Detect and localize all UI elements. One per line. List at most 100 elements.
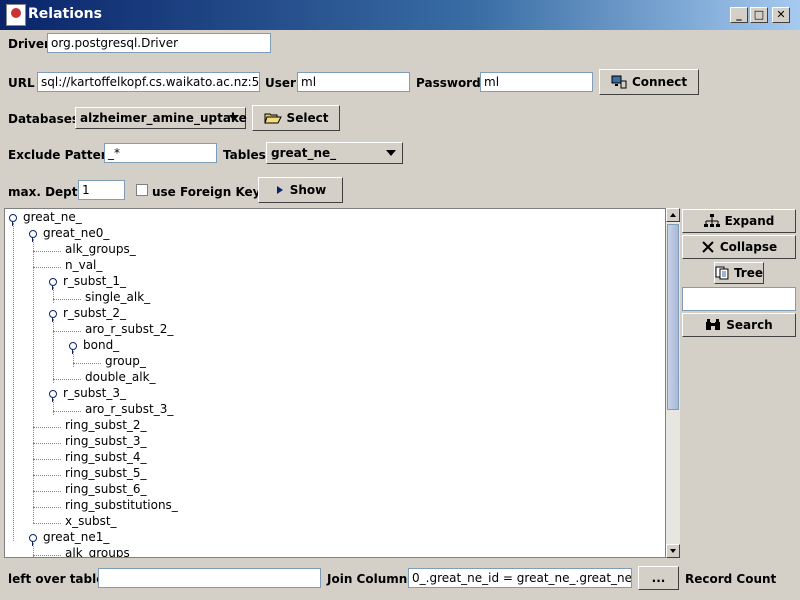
join-columns-browse-button[interactable]: ... <box>638 566 679 590</box>
tree-connector <box>53 287 54 303</box>
tree-node[interactable]: double_alk_ <box>85 369 156 385</box>
show-button[interactable]: Show <box>258 177 343 203</box>
minimize-button[interactable]: _ <box>730 7 748 23</box>
tree-connector <box>33 427 61 428</box>
node-handle-icon[interactable] <box>49 277 57 290</box>
expand-button[interactable]: Expand <box>682 209 796 233</box>
url-field[interactable]: sql://kartoffelkopf.cs.waikato.ac.nz:543… <box>37 72 260 92</box>
tree-node-label: n_val_ <box>65 258 103 272</box>
tree-node[interactable]: ring_subst_5_ <box>65 465 147 481</box>
tree-scrollbar[interactable] <box>666 208 680 558</box>
tree-node-label: great_ne0_ <box>43 226 110 240</box>
node-handle-icon[interactable] <box>29 229 37 242</box>
tree-connector <box>53 379 81 380</box>
tree-node[interactable]: great_ne1_ <box>29 529 109 546</box>
connect-button-label: Connect <box>631 75 688 89</box>
tree-node[interactable]: r_subst_3_ <box>49 385 126 402</box>
tree-node[interactable]: aro_r_subst_3_ <box>85 401 173 417</box>
search-button[interactable]: Search <box>682 313 796 337</box>
tree-node-label: ring_subst_4_ <box>65 450 147 464</box>
tree-node[interactable]: ring_subst_6_ <box>65 481 147 497</box>
driver-label: Driver <box>8 37 50 51</box>
url-label: URL <box>8 76 35 90</box>
tree-connector <box>33 491 61 492</box>
arrow-up-icon <box>670 213 676 217</box>
tree-node[interactable]: great_ne_ <box>9 209 82 226</box>
password-field[interactable]: ml <box>480 72 593 92</box>
tree-connector <box>73 351 74 367</box>
tree-node[interactable]: r_subst_1_ <box>49 273 126 290</box>
tree-node[interactable]: r_subst_2_ <box>49 305 126 322</box>
tables-selected: great_ne_ <box>271 146 337 160</box>
scrollbar-thumb[interactable] <box>667 224 679 410</box>
max-depth-field[interactable]: 1 <box>78 180 125 200</box>
foreign-keys-checkbox[interactable] <box>136 184 148 196</box>
tree-node-label: ring_subst_5_ <box>65 466 147 480</box>
tree-node-label: double_alk_ <box>85 370 156 384</box>
node-handle-icon[interactable] <box>9 213 17 226</box>
relations-tree[interactable]: great_ne_ great_ne0_ alk_groups_ n_val_ … <box>4 208 666 558</box>
left-over-tables-label: left over tables <box>8 572 112 586</box>
tree-node[interactable]: n_val_ <box>65 257 102 273</box>
user-label: User <box>265 76 296 90</box>
tree-node-label: r_subst_3_ <box>63 386 126 400</box>
tree-node[interactable]: alk_groups_ <box>65 241 136 257</box>
tree-node[interactable]: bond_ <box>69 337 120 354</box>
show-button-label: Show <box>289 183 327 197</box>
tables-dropdown[interactable]: great_ne_ <box>266 142 403 164</box>
databases-dropdown[interactable]: alzheimer_amine_uptake <box>75 107 247 129</box>
close-button[interactable]: ✕ <box>772 7 790 23</box>
node-handle-icon[interactable] <box>29 533 37 546</box>
tree-node[interactable]: great_ne0_ <box>29 225 110 242</box>
title-bar: Relations _ □ ✕ <box>0 0 800 30</box>
collapse-button[interactable]: Collapse <box>682 235 796 259</box>
select-button[interactable]: Select <box>252 105 340 131</box>
arrow-down-icon <box>670 549 676 553</box>
tables-label: Tables <box>223 148 266 162</box>
scroll-down-button[interactable] <box>666 544 680 558</box>
tree-node[interactable]: x_subst_ <box>65 513 117 529</box>
tree-connector <box>73 363 101 364</box>
tree-button[interactable]: Tree <box>714 262 764 284</box>
tree-node-label: alk_groups_ <box>65 242 136 256</box>
max-depth-label: max. Depth <box>8 185 87 199</box>
maximize-button[interactable]: □ <box>750 7 768 23</box>
join-columns-label: Join Columns <box>327 572 415 586</box>
tree-connector <box>33 459 61 460</box>
tree-node[interactable]: ring_subst_2_ <box>65 417 147 433</box>
node-handle-icon[interactable] <box>69 341 77 354</box>
left-over-tables-field[interactable] <box>98 568 321 588</box>
app-icon <box>6 4 26 26</box>
tree-node[interactable]: group_ <box>105 353 146 369</box>
tree-node[interactable]: ring_substitutions_ <box>65 497 178 513</box>
tree-node[interactable]: aro_r_subst_2_ <box>85 321 173 337</box>
connect-button[interactable]: Connect <box>599 69 699 95</box>
tree-node[interactable]: ring_subst_3_ <box>65 433 147 449</box>
tree-connector <box>33 251 61 252</box>
search-input[interactable] <box>682 287 796 311</box>
tree-node[interactable]: alk_groups_ <box>65 545 136 557</box>
user-field[interactable]: ml <box>297 72 410 92</box>
tree-node-label: bond_ <box>83 338 120 352</box>
password-label: Password <box>416 76 481 90</box>
node-handle-icon[interactable] <box>49 309 57 322</box>
tree-node-label: ring_substitutions_ <box>65 498 178 512</box>
tree-connector <box>33 267 61 268</box>
tree-node-label: ring_subst_6_ <box>65 482 147 496</box>
search-button-label: Search <box>726 318 773 332</box>
node-handle-icon[interactable] <box>49 389 57 402</box>
tree-connector <box>33 239 34 523</box>
select-button-label: Select <box>286 111 329 125</box>
tree-node[interactable]: ring_subst_4_ <box>65 449 147 465</box>
databases-label: Databases <box>8 112 80 126</box>
document-icon <box>715 266 729 280</box>
record-count-label: Record Count <box>685 572 777 586</box>
scroll-up-button[interactable] <box>666 208 680 222</box>
close-x-icon <box>702 241 714 253</box>
chevron-down-icon <box>229 115 239 121</box>
exclude-pattern-field[interactable]: _* <box>104 143 217 163</box>
tree-node-label: great_ne_ <box>23 210 82 224</box>
driver-field[interactable]: org.postgresql.Driver <box>47 33 271 53</box>
join-columns-field[interactable]: 0_.great_ne_id = great_ne_.great_ne_id <box>408 568 632 588</box>
tree-node[interactable]: single_alk_ <box>85 289 150 305</box>
